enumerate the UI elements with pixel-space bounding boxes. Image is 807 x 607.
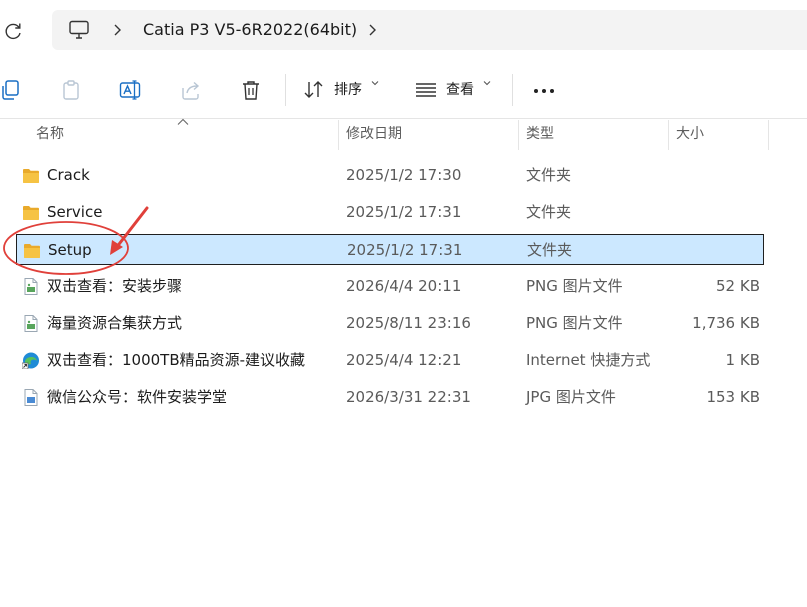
file-date: 2025/4/4 12:21 [346, 351, 462, 369]
this-pc-icon [69, 20, 89, 39]
column-divider[interactable] [518, 120, 519, 150]
file-date: 2025/1/2 17:31 [347, 241, 463, 259]
edge-shortcut-icon [21, 352, 40, 370]
view-label: 查看 [446, 82, 474, 98]
column-header-size[interactable]: 大小 [676, 118, 704, 150]
file-type: 文件夹 [527, 241, 573, 259]
rename-icon[interactable] [119, 79, 141, 101]
toolbar-divider [285, 74, 286, 106]
annotation-arrow [114, 206, 149, 250]
file-size: 153 KB [706, 388, 760, 406]
png-file-icon [22, 278, 40, 295]
file-type: 文件夹 [526, 166, 572, 184]
share-icon[interactable] [180, 79, 202, 101]
sort-icon [304, 81, 323, 98]
address-area: Catia P3 V5-6R2022(64bit) [0, 0, 807, 62]
file-type: PNG 图片文件 [526, 277, 623, 295]
paste-icon[interactable] [60, 79, 82, 101]
breadcrumb-current-folder[interactable]: Catia P3 V5-6R2022(64bit) [143, 10, 357, 50]
breadcrumb-chevron-icon[interactable] [110, 21, 124, 39]
file-date: 2025/1/2 17:31 [346, 203, 462, 221]
file-size: 1 KB [725, 351, 760, 369]
file-name: Crack [47, 166, 90, 184]
view-button[interactable]: 查看 [415, 74, 495, 106]
column-header-row: 名称 修改日期 类型 大小 [0, 118, 807, 150]
sort-ascending-icon [177, 118, 189, 125]
view-icon [416, 83, 436, 97]
command-bar: 排序 查看 [0, 62, 807, 119]
file-type: PNG 图片文件 [526, 314, 623, 332]
file-date: 2025/1/2 17:30 [346, 166, 462, 184]
delete-icon[interactable] [240, 79, 262, 101]
file-name: 海量资源合集获方式 [47, 314, 183, 332]
png-file-icon [22, 315, 40, 332]
file-row[interactable]: 海量资源合集获方式 2025/8/11 23:16 PNG 图片文件 1,736… [16, 308, 764, 339]
sort-button[interactable]: 排序 [303, 74, 383, 106]
folder-icon [22, 167, 40, 184]
file-row[interactable]: Crack 2025/1/2 17:30 文件夹 [16, 160, 764, 191]
file-date: 2026/3/31 22:31 [346, 388, 471, 406]
copy-icon[interactable] [0, 79, 22, 101]
file-type: 文件夹 [526, 203, 572, 221]
more-options-icon[interactable] [530, 76, 558, 104]
refresh-icon[interactable] [2, 20, 24, 42]
column-header-date[interactable]: 修改日期 [346, 118, 402, 150]
file-name: 双击查看：1000TB精品资源-建议收藏 [47, 351, 306, 369]
file-row[interactable]: 双击查看：1000TB精品资源-建议收藏 2025/4/4 12:21 Inte… [16, 345, 764, 376]
file-type: Internet 快捷方式 [526, 351, 651, 369]
file-size: 1,736 KB [692, 314, 760, 332]
column-header-name[interactable]: 名称 [36, 118, 64, 150]
chevron-down-icon [483, 81, 491, 86]
file-date: 2026/4/4 20:11 [346, 277, 462, 295]
annotation-overlay [3, 206, 149, 275]
jpg-file-icon [22, 389, 40, 406]
file-row[interactable]: 微信公众号：软件安装学堂 2026/3/31 22:31 JPG 图片文件 15… [16, 382, 764, 413]
column-divider[interactable] [338, 120, 339, 150]
toolbar-divider [512, 74, 513, 106]
chevron-down-icon [371, 81, 379, 86]
file-type: JPG 图片文件 [526, 388, 616, 406]
annotation-circle [3, 221, 129, 275]
breadcrumb-chevron-icon[interactable] [365, 21, 379, 39]
file-size: 52 KB [716, 277, 760, 295]
column-divider[interactable] [668, 120, 669, 150]
file-name: 微信公众号：软件安装学堂 [47, 388, 228, 406]
sort-label: 排序 [334, 82, 362, 98]
file-date: 2025/8/11 23:16 [346, 314, 471, 332]
address-bar[interactable]: Catia P3 V5-6R2022(64bit) [52, 10, 807, 50]
column-header-type[interactable]: 类型 [526, 118, 554, 150]
column-divider[interactable] [768, 120, 769, 150]
